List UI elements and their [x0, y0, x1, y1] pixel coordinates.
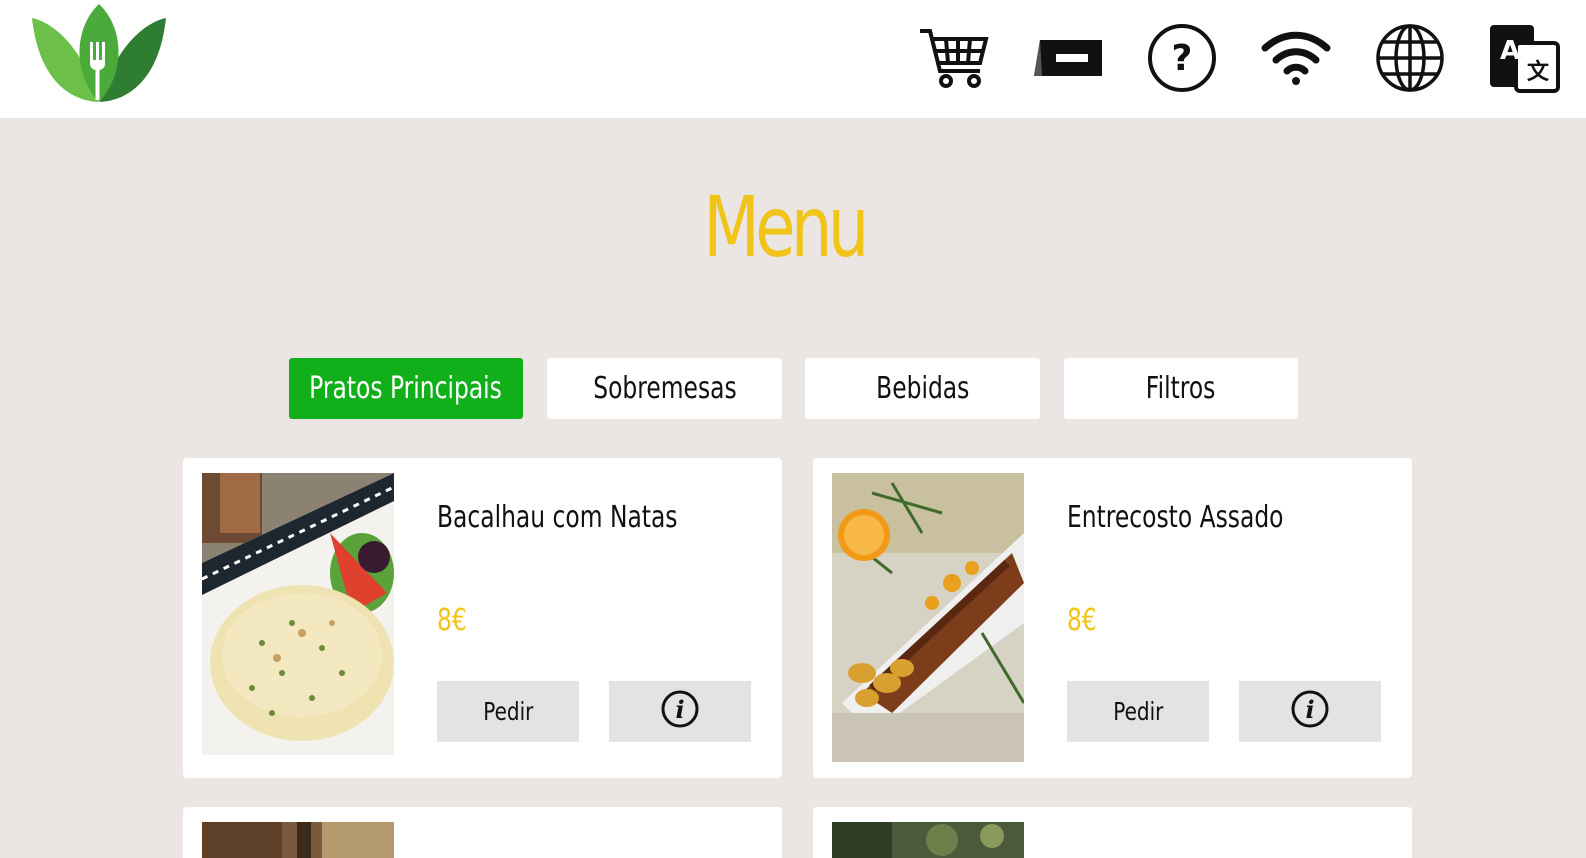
order-button-label: Pedir [482, 697, 534, 726]
svg-text:?: ? [1172, 38, 1193, 79]
order-button[interactable]: Pedir [437, 681, 579, 742]
order-button-label: Pedir [1112, 697, 1164, 726]
tab-label: Bebidas [875, 371, 970, 406]
info-button[interactable]: i [609, 681, 751, 742]
tab-label: Filtros [1146, 371, 1216, 406]
cart-icon[interactable] [918, 22, 990, 94]
tab-label: Pratos Principais [309, 371, 503, 406]
svg-text:i: i [675, 695, 684, 724]
svg-text:文: 文 [1527, 59, 1550, 85]
svg-text:i: i [1305, 695, 1314, 724]
tab-bebidas[interactable]: Bebidas [805, 358, 1040, 419]
dish-card: Bacalhau com Natas 8€ Pedir i [183, 458, 782, 778]
svg-text:A: A [1500, 36, 1520, 66]
dish-image[interactable] [832, 822, 1024, 858]
ticket-icon[interactable] [1032, 22, 1104, 94]
wifi-icon[interactable] [1260, 22, 1332, 94]
page-title: Menu [703, 178, 869, 276]
dish-price: 8€ [1067, 603, 1097, 638]
info-button[interactable]: i [1239, 681, 1381, 742]
dish-name: Entrecosto Assado [1067, 500, 1284, 535]
dish-image[interactable] [202, 473, 394, 755]
help-icon[interactable]: ? [1146, 22, 1218, 94]
dish-image[interactable] [832, 473, 1024, 762]
dish-price: 8€ [437, 603, 467, 638]
tab-label: Sobremesas [592, 371, 737, 406]
dish-card [183, 807, 782, 858]
dish-image[interactable] [202, 822, 394, 858]
tab-pratos-principais[interactable]: Pratos Principais [289, 358, 523, 419]
globe-icon[interactable] [1374, 22, 1446, 94]
dish-name: Bacalhau com Natas [437, 500, 678, 535]
translate-icon[interactable]: A 文 [1488, 22, 1560, 94]
top-bar: ? A 文 [0, 0, 1586, 118]
dish-card [813, 807, 1412, 858]
dish-card: Entrecosto Assado 8€ Pedir i [813, 458, 1412, 778]
tab-sobremesas[interactable]: Sobremesas [547, 358, 782, 419]
logo-icon[interactable] [30, 4, 168, 104]
info-icon: i [1290, 689, 1330, 735]
info-icon: i [660, 689, 700, 735]
tab-filtros[interactable]: Filtros [1064, 358, 1298, 419]
order-button[interactable]: Pedir [1067, 681, 1209, 742]
